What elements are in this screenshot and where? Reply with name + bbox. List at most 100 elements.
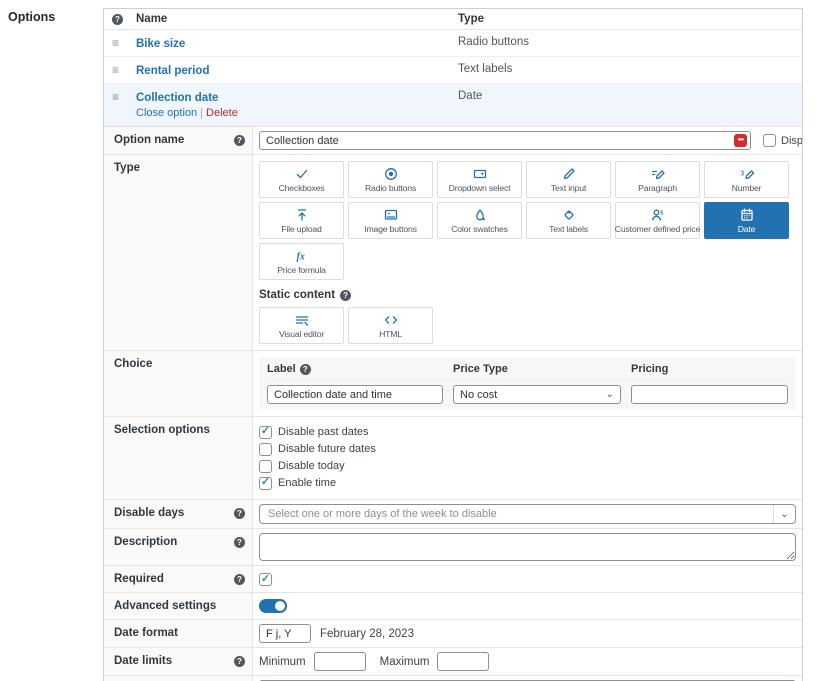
static-content-buttons: Visual editor HTML [259, 307, 796, 344]
type-button-text-labels[interactable]: Text labels [526, 202, 611, 239]
column-header-type: Type [458, 13, 794, 25]
description-textarea[interactable] [259, 533, 796, 561]
drag-handle-icon[interactable]: ≡ [112, 63, 119, 77]
type-button-radio-buttons[interactable]: Radio buttons [348, 161, 433, 198]
display-label[interactable]: Display [781, 135, 803, 147]
checkmark-icon [294, 166, 310, 182]
password-manager-icon[interactable] [734, 134, 747, 147]
row-actions: Close option|Delete [136, 107, 458, 119]
help-icon[interactable] [234, 656, 245, 667]
help-icon[interactable] [234, 574, 245, 585]
column-header-name: Name [136, 13, 458, 25]
drag-handle-icon[interactable]: ≡ [112, 90, 119, 104]
type-button-color-swatches[interactable]: Color swatches [437, 202, 522, 239]
chevron-down-icon [780, 509, 788, 520]
help-icon[interactable] [300, 364, 311, 375]
help-icon[interactable] [234, 508, 245, 519]
help-icon[interactable] [340, 290, 351, 301]
person-dollar-icon: $ [650, 207, 666, 223]
checkbox-label[interactable]: Disable past dates [278, 425, 369, 440]
maximum-label: Maximum [380, 656, 430, 668]
options-panel: Name Type ≡ Bike size Radio buttons ≡ Re… [103, 8, 803, 681]
disable-today-checkbox[interactable] [259, 460, 272, 473]
checkbox-row-disable-future-dates: Disable future dates [259, 442, 796, 457]
option-link-rental-period[interactable]: Rental period [136, 65, 209, 77]
page-title: Options [8, 10, 55, 24]
type-button-paragraph[interactable]: Paragraph [615, 161, 700, 198]
required-label: Required [104, 566, 253, 592]
close-option-link[interactable]: Close option [136, 107, 197, 119]
required-checkbox[interactable] [259, 573, 272, 586]
help-icon[interactable] [234, 135, 245, 146]
date-minimum-input[interactable] [314, 652, 366, 671]
type-button-dropdown-select[interactable]: Dropdown select [437, 161, 522, 198]
checkbox-label[interactable]: Enable time [278, 476, 336, 491]
disable-past-dates-checkbox[interactable] [259, 426, 272, 439]
choice-header-price-type: Price Type [453, 363, 621, 375]
date-limits-row: Date limits Minimum Maximum [104, 647, 802, 675]
date-limits-label: Date limits [104, 648, 253, 675]
droplet-icon [472, 207, 488, 223]
table-row-bike-size: ≡ Bike size Radio buttons [104, 30, 802, 57]
svg-text:fx: fx [296, 252, 304, 263]
upload-icon [294, 207, 310, 223]
static-button-html[interactable]: HTML [348, 307, 433, 344]
disable-future-dates-checkbox[interactable] [259, 443, 272, 456]
static-button-visual-editor[interactable]: Visual editor [259, 307, 344, 344]
type-button-date[interactable]: Date [704, 202, 789, 239]
date-format-input[interactable] [259, 624, 311, 643]
type-button-number[interactable]: 3 Number [704, 161, 789, 198]
checkbox-label[interactable]: Disable today [278, 459, 345, 474]
static-content-heading: Static content [259, 289, 796, 301]
fx-icon: fx [294, 248, 310, 264]
option-type-text: Radio buttons [458, 36, 794, 48]
disable-days-row: Disable days Select one or more days of … [104, 499, 802, 528]
type-button-image-buttons[interactable]: Image buttons [348, 202, 433, 239]
option-link-bike-size[interactable]: Bike size [136, 38, 185, 50]
checkbox-label[interactable]: Disable future dates [278, 442, 376, 457]
advanced-settings-toggle[interactable] [259, 599, 287, 613]
disable-dates-row: Disable dates [104, 675, 802, 681]
delete-link[interactable]: Delete [206, 107, 238, 119]
type-label: Type [104, 155, 253, 350]
selection-options-label: Selection options [104, 417, 253, 499]
radio-icon [383, 166, 399, 182]
type-button-text-input[interactable]: Text input [526, 161, 611, 198]
choice-header-pricing: Pricing [631, 363, 788, 375]
visual-editor-icon [294, 312, 310, 328]
tag-icon [561, 207, 577, 223]
type-button-price-formula[interactable]: fx Price formula [259, 243, 344, 280]
option-name-label: Option name [104, 127, 253, 154]
pricing-input[interactable] [631, 385, 788, 404]
type-row: Type Checkboxes Radio buttons Dropdown s… [104, 154, 802, 350]
date-format-preview: February 28, 2023 [320, 628, 414, 640]
help-icon[interactable] [234, 537, 245, 548]
choice-header-label: Label [267, 363, 443, 375]
help-icon[interactable] [112, 14, 123, 25]
type-button-file-upload[interactable]: File upload [259, 202, 344, 239]
option-name-row: Option name Display [104, 126, 802, 154]
required-row: Required [104, 565, 802, 592]
type-button-customer-defined-price[interactable]: $ Customer defined price [615, 202, 700, 239]
dropdown-icon [472, 166, 488, 182]
disable-days-placeholder: Select one or more days of the week to d… [260, 505, 773, 523]
disable-days-select[interactable]: Select one or more days of the week to d… [259, 504, 796, 524]
price-type-select[interactable]: No cost [453, 385, 621, 404]
choice-label-input[interactable] [267, 385, 443, 404]
type-button-checkboxes[interactable]: Checkboxes [259, 161, 344, 198]
date-maximum-input[interactable] [437, 652, 489, 671]
html-code-icon [383, 312, 399, 328]
disable-dates-label: Disable dates [104, 676, 253, 681]
date-format-row: Date format February 28, 2023 [104, 619, 802, 647]
choice-label: Choice [104, 351, 253, 416]
drag-handle-icon[interactable]: ≡ [112, 36, 119, 50]
option-type-text: Text labels [458, 63, 794, 75]
table-row-rental-period: ≡ Rental period Text labels [104, 57, 802, 84]
choice-row: Choice Label Price Type Pricing No cost [104, 350, 802, 416]
display-checkbox[interactable] [763, 134, 776, 147]
option-name-input[interactable] [259, 131, 751, 150]
description-label: Description [104, 529, 253, 565]
enable-time-checkbox[interactable] [259, 477, 272, 490]
option-link-collection-date[interactable]: Collection date [136, 92, 218, 104]
paragraph-pencil-icon [650, 166, 666, 182]
